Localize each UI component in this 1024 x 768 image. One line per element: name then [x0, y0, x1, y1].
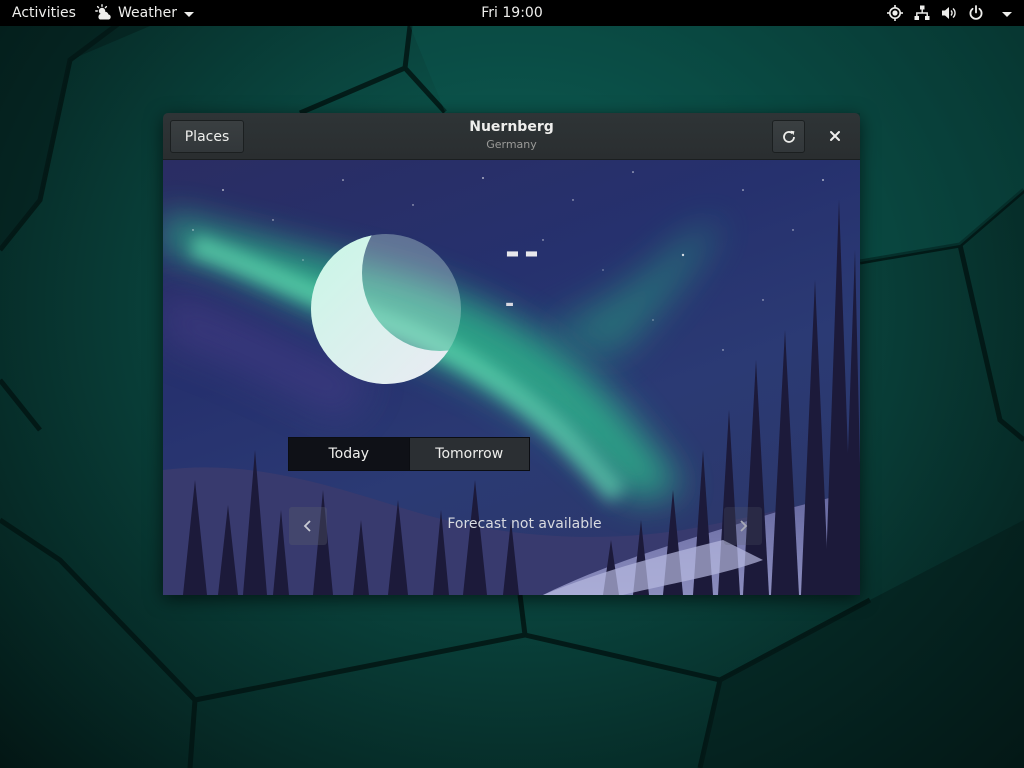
app-menu-button[interactable]: Weather — [95, 0, 194, 26]
window-subtitle: Germany — [486, 138, 537, 151]
header-bar: Places Nuernberg Germany — [163, 113, 860, 160]
refresh-button[interactable] — [772, 120, 805, 153]
weather-window: Places Nuernberg Germany -- - Today Tomo… — [163, 113, 860, 595]
tab-today-label: Today — [328, 446, 370, 462]
power-icon — [969, 5, 983, 20]
window-title: Nuernberg — [469, 119, 554, 135]
tab-tomorrow-label: Tomorrow — [435, 446, 504, 462]
tab-tomorrow[interactable]: Tomorrow — [408, 438, 529, 470]
volume-icon — [942, 7, 956, 19]
forecast-next-button[interactable] — [724, 507, 762, 545]
temperature-label: -- — [505, 232, 543, 273]
close-icon — [830, 131, 840, 141]
chevron-right-icon — [740, 520, 748, 532]
close-button[interactable] — [823, 125, 847, 147]
clock-label[interactable]: Fri 19:00 — [481, 5, 542, 21]
weather-app-icon — [95, 4, 111, 20]
app-menu-label: Weather — [118, 5, 177, 21]
moon-icon — [311, 234, 461, 384]
window-title-area: Nuernberg Germany — [163, 119, 860, 152]
activities-button[interactable]: Activities — [12, 0, 76, 26]
top-bar: Activities Weather Fri 19:00 — [0, 0, 1024, 26]
system-status-area[interactable] — [887, 0, 1012, 26]
app-menu-arrow-icon — [183, 11, 194, 17]
weather-content: -- - Today Tomorrow Forecast not availab… — [163, 160, 860, 595]
places-button[interactable]: Places — [170, 120, 244, 153]
places-button-label: Places — [184, 128, 230, 145]
forecast-tabs: Today Tomorrow — [288, 437, 530, 471]
condition-label: - — [505, 292, 515, 317]
activities-label: Activities — [12, 5, 76, 21]
tab-today[interactable]: Today — [289, 438, 409, 470]
location-icon — [887, 5, 903, 21]
refresh-icon — [782, 130, 795, 143]
network-icon — [914, 5, 930, 20]
system-menu-arrow-icon — [1002, 11, 1012, 17]
